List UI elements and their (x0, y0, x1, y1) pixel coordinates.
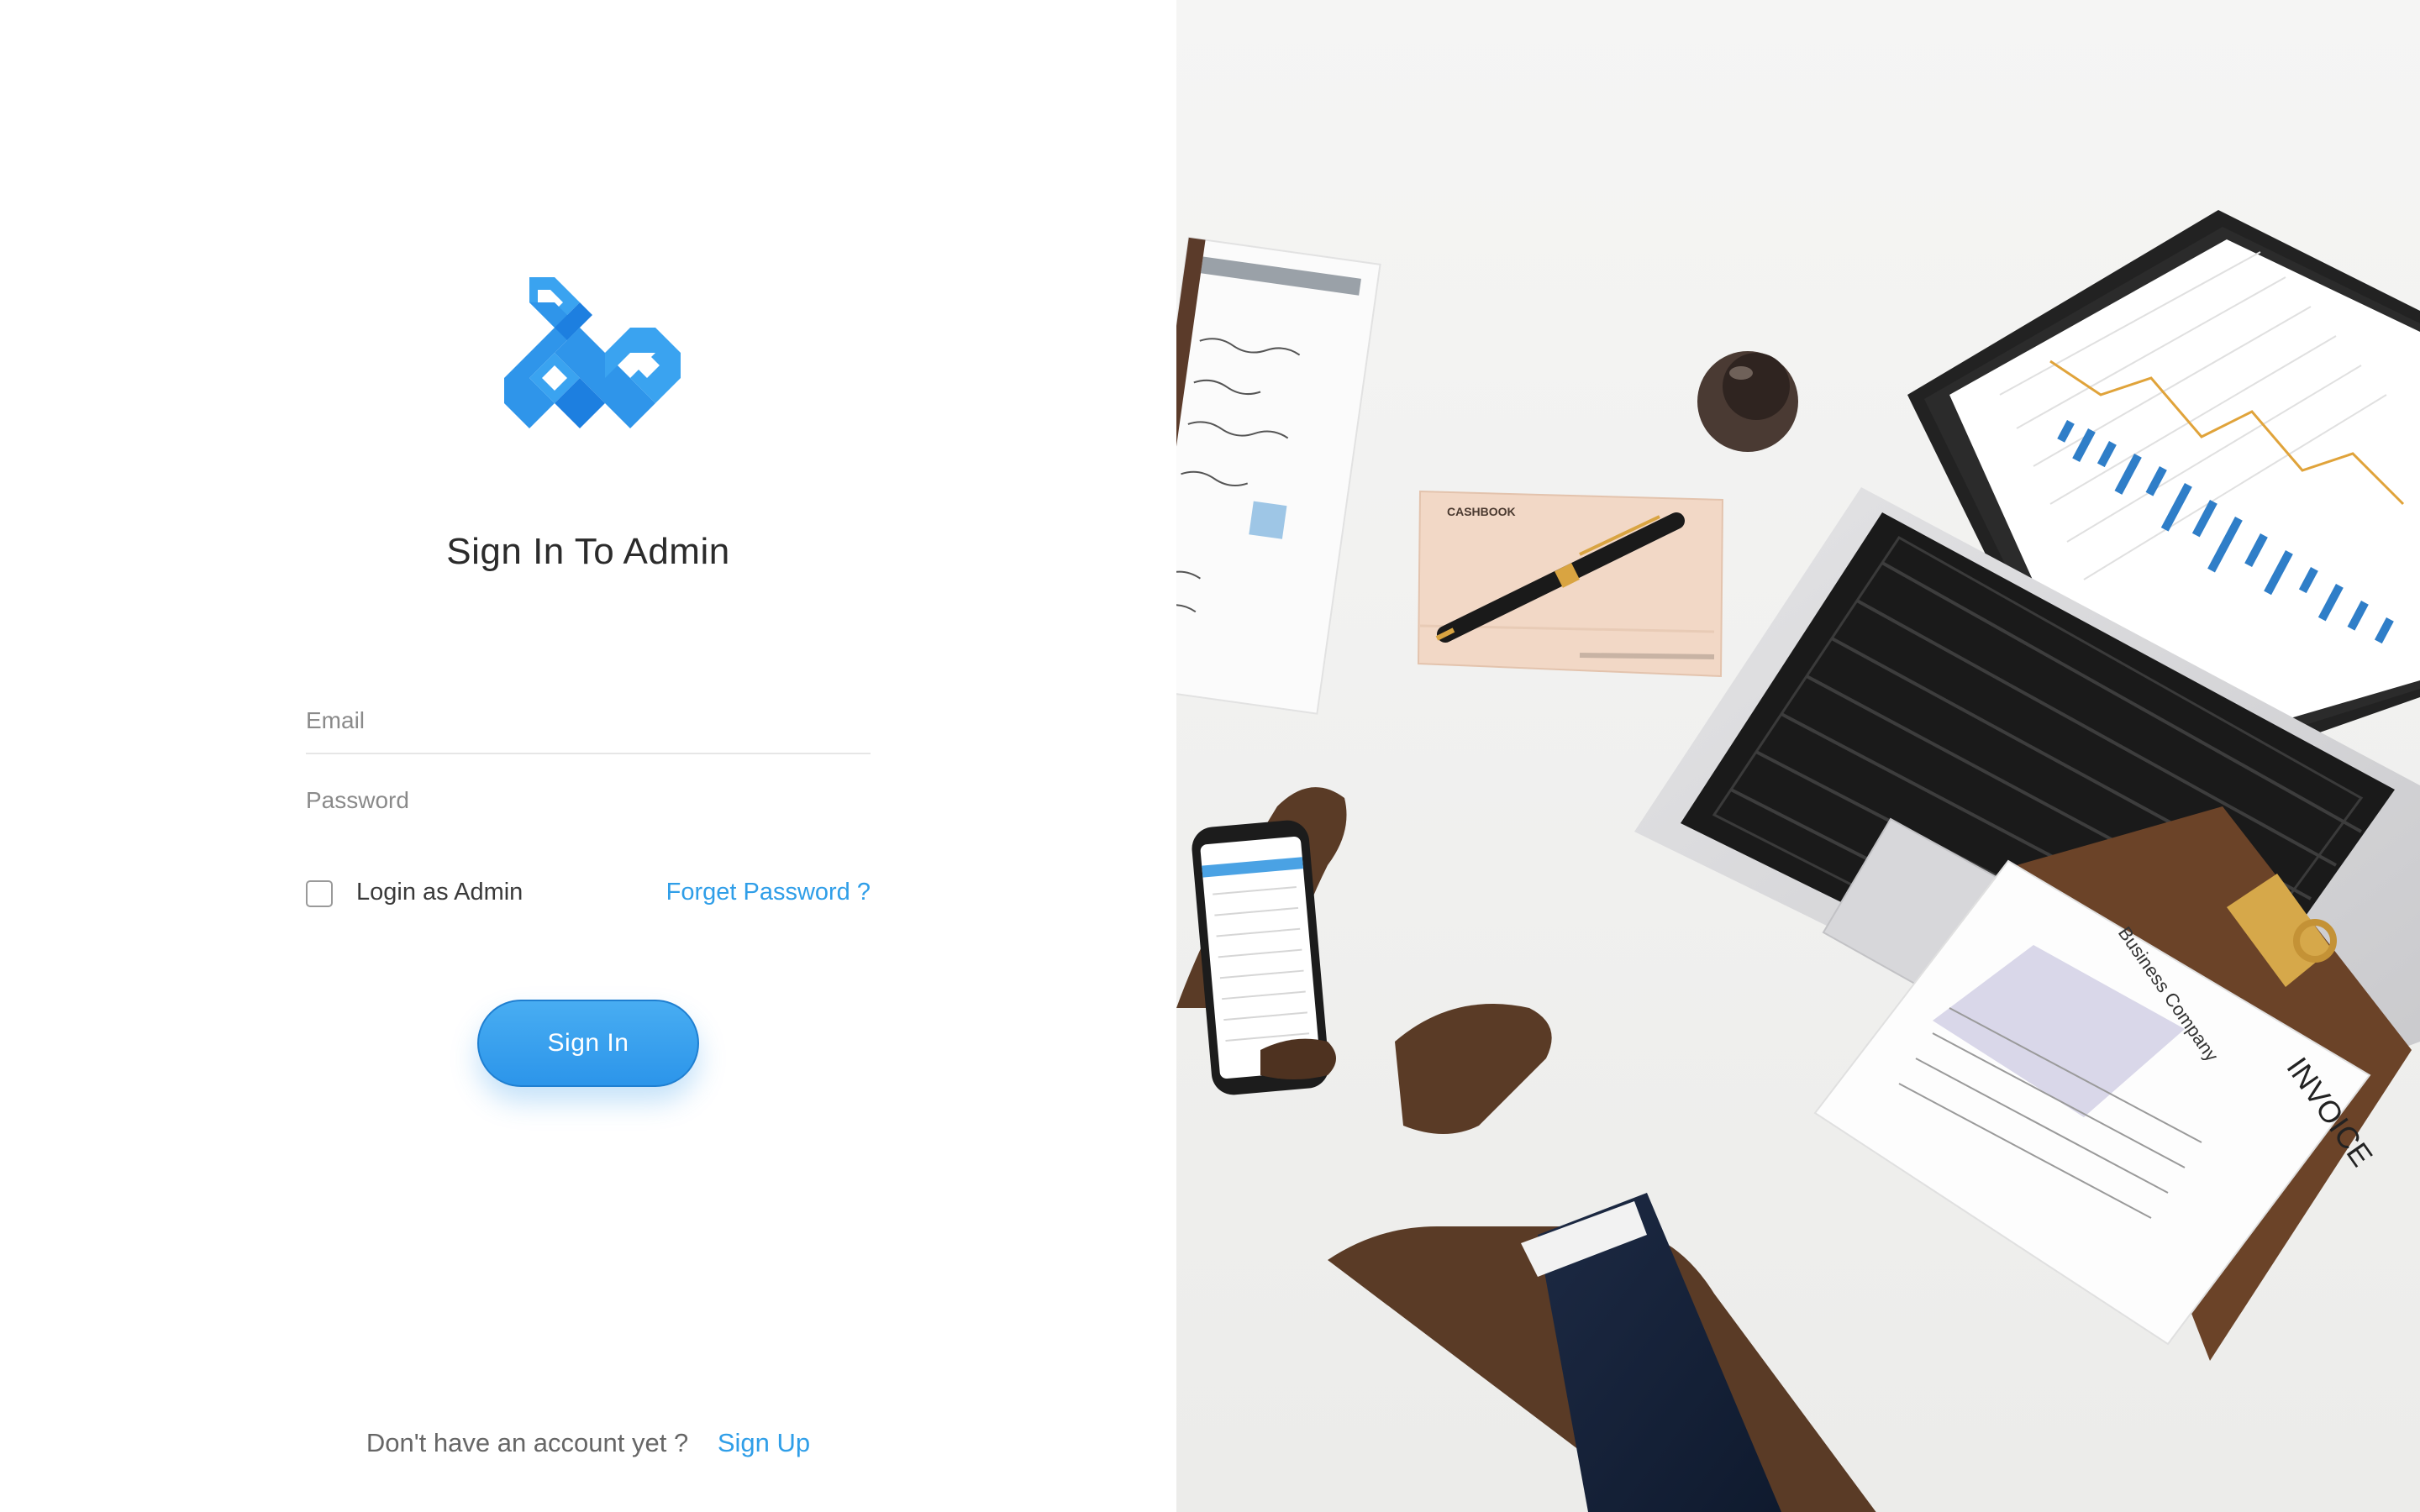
signup-prompt: Don't have an account yet ? Sign Up (0, 1428, 1176, 1458)
svg-text:CASHBOOK: CASHBOOK (1447, 505, 1516, 518)
password-field-wrapper (306, 769, 871, 832)
desk-photo-illustration: CASHBOOK Business Company INVOICE (1176, 0, 2420, 1512)
stamp (1697, 351, 1798, 452)
email-field[interactable] (306, 689, 871, 753)
login-panel: Sign In To Admin Login as Admin Forget P… (0, 0, 1176, 1512)
login-options: Login as Admin Forget Password ? (306, 874, 871, 916)
no-account-text: Don't have an account yet ? (366, 1428, 689, 1457)
page-title: Sign In To Admin (446, 531, 730, 572)
login-as-admin-checkbox[interactable] (306, 880, 333, 907)
forgot-password-link[interactable]: Forget Password ? (666, 879, 871, 906)
sign-in-button[interactable]: Sign In (477, 1000, 699, 1087)
brand-logo-icon (504, 277, 681, 428)
password-field[interactable] (306, 769, 871, 832)
login-as-admin-label[interactable]: Login as Admin (356, 879, 523, 906)
email-field-wrapper (306, 689, 871, 754)
sign-up-link[interactable]: Sign Up (718, 1428, 810, 1457)
hero-photo: CASHBOOK Business Company INVOICE (1176, 0, 2420, 1512)
